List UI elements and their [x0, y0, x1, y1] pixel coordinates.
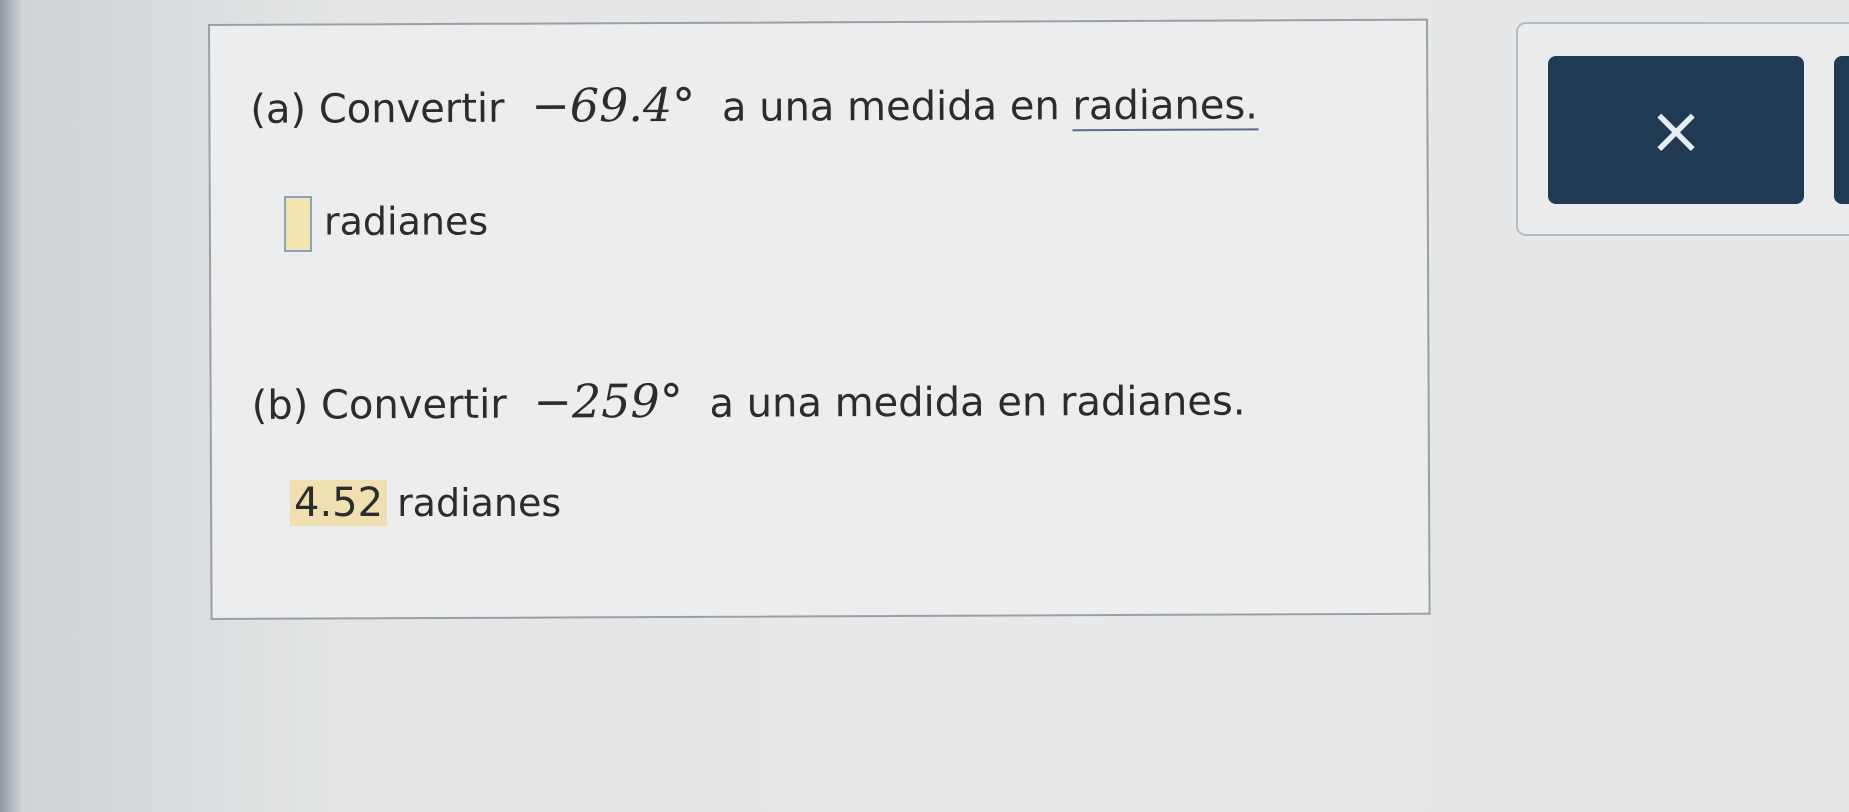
answer-a-input[interactable] [284, 196, 312, 252]
radianes-link[interactable]: radianes. [1072, 82, 1259, 132]
answer-b-unit: radianes [397, 481, 562, 525]
close-icon: × [1648, 91, 1704, 169]
question-b-label: (b) Convertir [251, 381, 507, 429]
question-a-angle: −69.4° [531, 77, 696, 133]
question-b: (b) Convertir −259° a una medida en radi… [252, 371, 1246, 429]
answer-a-row: radianes [284, 196, 488, 252]
answer-b-row: 4.52 radianes [290, 480, 561, 526]
close-button[interactable]: × [1548, 56, 1804, 204]
answer-b-input[interactable]: 4.52 [290, 480, 388, 526]
answer-a-unit: radianes [324, 199, 489, 244]
question-a-label: (a) Convertir [250, 85, 505, 133]
next-button-partial[interactable] [1834, 56, 1849, 204]
question-b-text: a una medida en radianes. [709, 378, 1246, 427]
question-panel: (a) Convertir −69.4° a una medida en rad… [208, 18, 1431, 620]
question-b-angle: −259° [533, 373, 683, 429]
question-a: (a) Convertir −69.4° a una medida en rad… [250, 75, 1259, 133]
question-a-text: a una medida en [721, 83, 1073, 131]
monitor-left-edge [0, 0, 24, 812]
